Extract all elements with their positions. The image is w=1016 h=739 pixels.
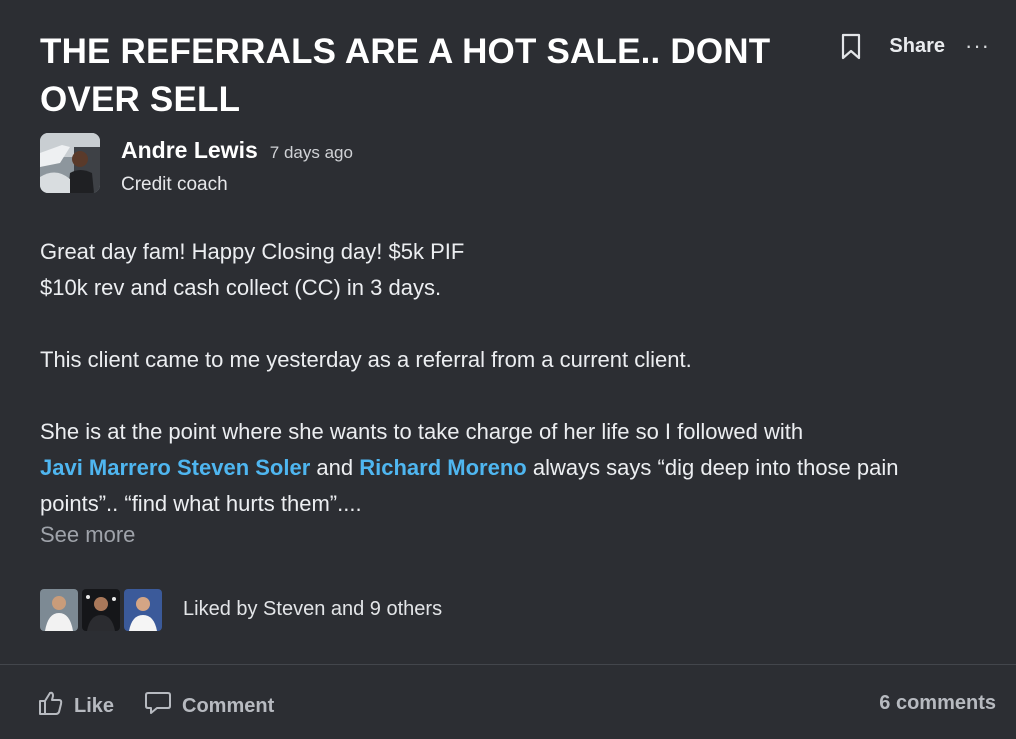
body-line: She is at the point where she wants to t…: [40, 419, 804, 444]
bookmark-icon[interactable]: [839, 32, 863, 60]
post-title-line2: OVER SELL: [40, 80, 241, 119]
post-top-actions: Share ···: [839, 28, 990, 64]
body-text: always says “dig deep into those pain: [532, 455, 899, 480]
liker-avatar: [124, 589, 162, 631]
comments-count-link[interactable]: 6 comments: [879, 692, 996, 715]
liked-by-text[interactable]: Liked by Steven and 9 others: [183, 598, 442, 621]
mention-javi-marrero[interactable]: Javi Marrero: [40, 455, 171, 480]
post-timestamp: 7 days ago: [269, 143, 353, 162]
like-button[interactable]: Like: [38, 690, 114, 722]
more-icon[interactable]: ···: [965, 35, 990, 57]
author-avatar[interactable]: [40, 133, 100, 193]
post-card: THE REFERRALS ARE A HOT SALE.. DONT OVER…: [0, 0, 1016, 739]
footer-divider: [0, 664, 1016, 665]
post-title: THE REFERRALS ARE A HOT SALE.. DONT OVER…: [40, 28, 800, 124]
like-label: Like: [74, 694, 115, 717]
mention-steven-soler[interactable]: Steven Soler: [177, 455, 310, 480]
post-body: Great day fam! Happy Closing day! $5k PI…: [40, 234, 980, 522]
body-line: Great day fam! Happy Closing day! $5k PI…: [40, 239, 465, 264]
comment-label: Comment: [182, 694, 275, 717]
share-button[interactable]: Share: [889, 35, 945, 58]
author-name[interactable]: Andre Lewis: [121, 137, 258, 164]
comment-button[interactable]: Comment: [144, 690, 274, 722]
body-line-mentions: Javi Marrero Steven Soler and Richard Mo…: [40, 450, 980, 486]
body-line: points”.. “find what hurts them”....: [40, 491, 362, 516]
mention-richard-moreno[interactable]: Richard Moreno: [359, 455, 526, 480]
author-role: Credit coach: [121, 174, 228, 195]
body-line: This client came to me yesterday as a re…: [40, 347, 692, 372]
comment-icon: [144, 690, 172, 722]
see-more-link[interactable]: See more: [40, 522, 135, 548]
thumbs-up-icon: [38, 690, 64, 722]
liker-avatars[interactable]: [40, 589, 166, 631]
and-text: and: [316, 455, 354, 480]
liker-avatar: [40, 589, 78, 631]
liker-avatar: [82, 589, 120, 631]
body-line: $10k rev and cash collect (CC) in 3 days…: [40, 275, 442, 300]
author-line: Andre Lewis 7 days ago: [121, 137, 353, 164]
post-title-line1: THE REFERRALS ARE A HOT SALE.. DONT: [40, 32, 771, 71]
